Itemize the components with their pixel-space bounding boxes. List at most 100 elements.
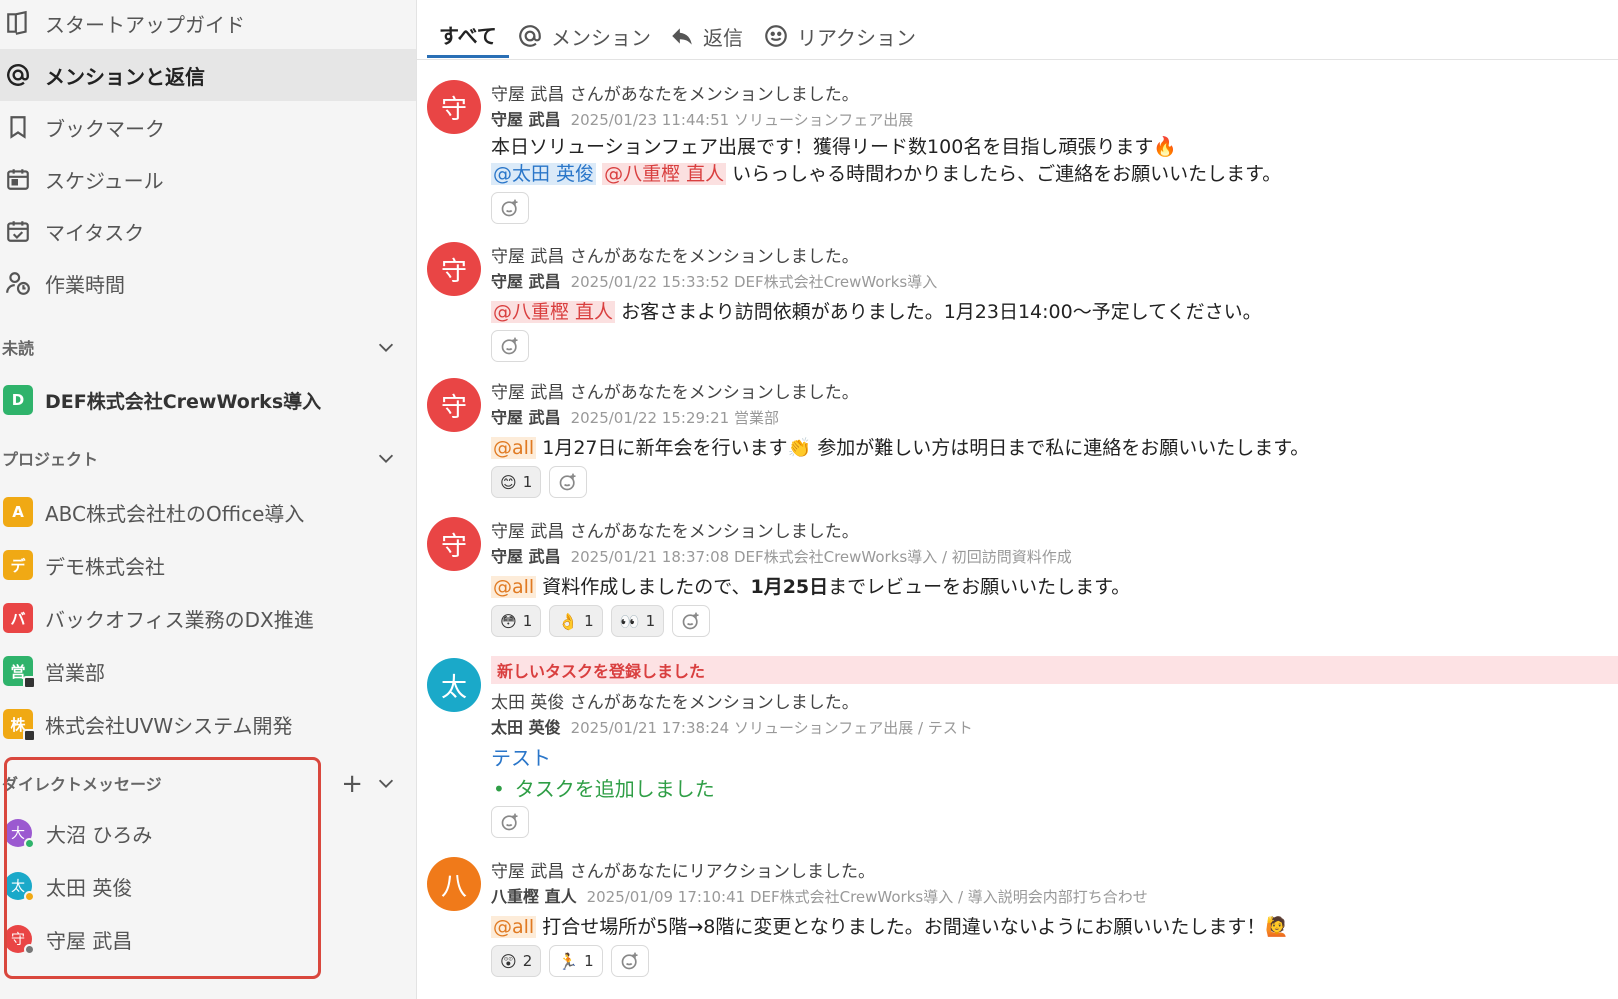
avatar-text: 大	[11, 826, 25, 842]
message-author[interactable]: 八重樫 直人	[491, 887, 577, 906]
add-reaction-icon	[501, 199, 518, 217]
message-meta-text: 2025/01/21 17:38:24 ソリューションフェア出展 / テスト	[570, 719, 973, 737]
nav-label: 作業時間	[45, 272, 125, 297]
chevron-down-icon[interactable]	[375, 336, 397, 358]
project-badge: バ	[3, 603, 33, 633]
project-item-demo[interactable]: デ デモ株式会社	[0, 539, 416, 591]
nav-my-tasks[interactable]: マイタスク	[0, 205, 416, 257]
avatar[interactable]: 守	[427, 378, 481, 432]
nav-bookmarks[interactable]: ブックマーク	[0, 101, 416, 153]
nav-schedule[interactable]: スケジュール	[0, 153, 416, 205]
avatar-text: 守	[11, 932, 25, 948]
reaction-row	[491, 192, 529, 224]
add-reaction-button[interactable]	[610, 945, 649, 977]
dm-item-ota[interactable]: 太 太田 英俊	[0, 860, 416, 912]
avatar[interactable]: 守	[427, 517, 481, 571]
tab-replies[interactable]: 返信	[669, 14, 743, 58]
project-badge: A	[3, 497, 33, 527]
avatar[interactable]: 太	[427, 658, 481, 712]
message-author[interactable]: 守屋 武昌	[491, 272, 561, 291]
message-item[interactable]: 守 守屋 武昌 さんがあなたをメンションしました。 守屋 武昌 2025/01/2…	[417, 78, 1618, 228]
calendar-icon	[3, 164, 33, 194]
tab-label: 返信	[703, 25, 743, 50]
body-text: お客さまより訪問依頼がありました。1月23日14:00～予定してください。	[615, 301, 1262, 323]
lock-icon	[23, 729, 36, 742]
message-author[interactable]: 守屋 武昌	[491, 547, 561, 566]
section-title: 未読	[2, 339, 35, 358]
section-unread[interactable]: 未読	[2, 332, 407, 362]
nav-label: マイタスク	[45, 220, 145, 245]
message-body: @all 打合せ場所が5階→8階に変更となりました。お間違いないようにお願いいた…	[491, 912, 1289, 939]
reaction-row	[491, 330, 529, 362]
chevron-down-icon[interactable]	[375, 772, 397, 794]
message-author[interactable]: 守屋 武昌	[491, 408, 561, 427]
reaction-chip[interactable]: 🏃 1	[549, 945, 603, 977]
message-author[interactable]: 太田 英俊	[491, 718, 561, 737]
task-status-text: タスクを追加しました	[514, 777, 715, 801]
reaction-chip[interactable]: 👌 1	[549, 605, 603, 637]
avatar[interactable]: 八	[427, 857, 481, 911]
body-text: 打合せ場所が5階→8階に変更となりました。お間違いないようにお願いいたします！🙋	[536, 916, 1290, 938]
body-text: いらっしゃる時間わかりましたら、ご連絡をお願いいたします。	[726, 163, 1282, 185]
mention-link[interactable]: @八重樫 直人	[491, 301, 616, 323]
message-item[interactable]: 八 守屋 武昌 さんがあなたにリアクションしました。 八重樫 直人 2025/01…	[417, 855, 1618, 995]
add-reaction-icon	[682, 612, 699, 630]
tab-mentions[interactable]: メンション	[517, 14, 651, 58]
reaction-count: 1	[522, 473, 533, 491]
smile-icon	[765, 25, 787, 47]
reaction-chip[interactable]: 😲 2	[491, 945, 542, 977]
mention-all[interactable]: @all	[491, 437, 537, 459]
add-reaction-button[interactable]	[549, 466, 588, 498]
reaction-count: 1	[584, 952, 594, 970]
message-item[interactable]: 守 守屋 武昌 さんがあなたをメンションしました。 守屋 武昌 2025/01/2…	[417, 240, 1618, 370]
tab-all[interactable]: すべて	[427, 14, 509, 58]
dm-item-moriya[interactable]: 守 守屋 武昌	[0, 913, 416, 965]
avatar[interactable]: 守	[427, 242, 481, 296]
project-item-uvw[interactable]: 株 株式会社UVWシステム開発	[0, 698, 416, 750]
task-link[interactable]: テスト	[491, 742, 551, 771]
message-item[interactable]: 守 守屋 武昌 さんがあなたをメンションしました。 守屋 武昌 2025/01/2…	[417, 376, 1618, 506]
add-reaction-button[interactable]	[491, 330, 529, 362]
mention-all[interactable]: @all	[491, 576, 537, 598]
section-projects[interactable]: プロジェクト	[2, 443, 407, 473]
reaction-chip[interactable]: 👀 1	[610, 605, 665, 637]
avatar: 大	[4, 819, 35, 849]
message-meta-text: 2025/01/21 18:37:08 DEF株式会社CrewWorks導入 /…	[570, 548, 1072, 566]
sidebar: スタートアップガイド メンションと返信 ブックマーク スケジュール マイタスク …	[0, 0, 417, 999]
nav-label: スケジュール	[45, 168, 164, 193]
project-item-backoffice[interactable]: バ バックオフィス業務のDX推進	[0, 592, 416, 644]
add-reaction-button[interactable]	[672, 605, 711, 637]
status-dot	[24, 944, 35, 955]
project-item-abc[interactable]: A ABC株式会社杜のOffice導入	[0, 486, 416, 538]
task-banner: 新しいタスクを登録しました	[491, 656, 1618, 684]
section-title: ダイレクトメッセージ	[2, 775, 162, 794]
status-dot	[24, 838, 35, 849]
nav-work-time[interactable]: 作業時間	[0, 257, 416, 309]
project-badge: D	[3, 385, 33, 415]
message-meta: 守屋 武昌 2025/01/23 11:44:51 ソリューションフェア出展	[491, 106, 913, 130]
project-item-sales[interactable]: 営 営業部	[0, 645, 416, 697]
add-reaction-button[interactable]	[491, 192, 529, 224]
reaction-chip[interactable]: 😊 1	[491, 466, 542, 498]
section-direct-messages[interactable]: ダイレクトメッセージ +	[2, 768, 407, 799]
reaction-chip[interactable]: 😳 1	[491, 605, 542, 637]
tab-reactions[interactable]: リアクション	[763, 14, 916, 58]
avatar: 守	[4, 925, 35, 955]
chevron-down-icon[interactable]	[375, 447, 397, 469]
add-reaction-icon	[501, 337, 518, 355]
add-dm-icon[interactable]: +	[341, 769, 363, 799]
reply-icon	[672, 28, 692, 45]
dm-item-onuma[interactable]: 大 大沼 ひろみ	[0, 807, 416, 859]
nav-mentions-replies[interactable]: メンションと返信	[0, 49, 416, 101]
mention-link[interactable]: @八重樫 直人	[602, 163, 727, 185]
mention-link[interactable]: @太田 英俊	[491, 163, 597, 185]
unread-item-def[interactable]: D DEF株式会社CrewWorks導入	[0, 374, 416, 426]
message-author[interactable]: 守屋 武昌	[491, 110, 561, 129]
avatar[interactable]: 守	[427, 80, 481, 134]
add-reaction-button[interactable]	[491, 806, 529, 838]
message-headline: 守屋 武昌 さんがあなたをメンションしました。	[491, 383, 859, 403]
mention-all[interactable]: @all	[491, 916, 537, 938]
message-item[interactable]: 新しいタスクを登録しました 太 太田 英俊 さんがあなたをメンションしました。 …	[417, 656, 1618, 838]
message-item[interactable]: 守 守屋 武昌 さんがあなたをメンションしました。 守屋 武昌 2025/01/2…	[417, 515, 1618, 645]
nav-startup-guide[interactable]: スタートアップガイド	[0, 0, 416, 49]
